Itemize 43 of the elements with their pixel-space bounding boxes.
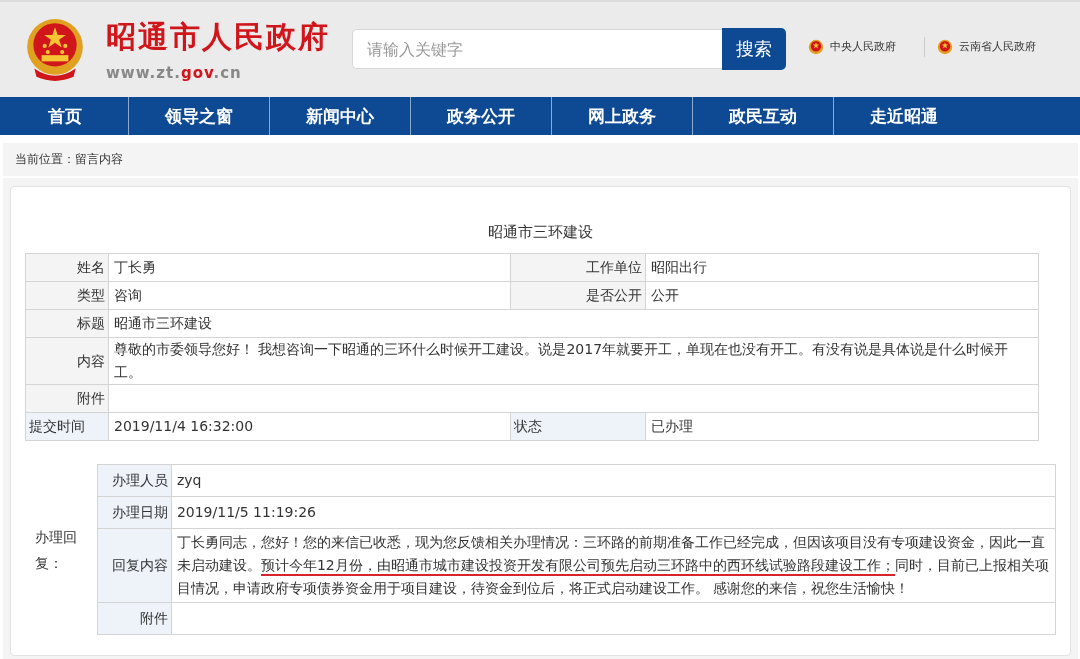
field-label: 办理人员 <box>97 464 172 497</box>
field-label: 姓名 <box>25 253 109 282</box>
field-value: zyq <box>171 464 1056 497</box>
field-label: 附件 <box>97 602 172 635</box>
field-label: 是否公开 <box>510 281 646 310</box>
field-label: 状态 <box>510 412 646 441</box>
field-label: 办理日期 <box>97 496 172 529</box>
field-label: 内容 <box>25 337 109 385</box>
nav-item[interactable]: 领导之窗 <box>128 97 269 135</box>
nav-item[interactable]: 首页 <box>0 97 128 135</box>
nav-item[interactable]: 走近昭通 <box>833 97 974 135</box>
field-value: 昭阳出行 <box>645 253 1039 282</box>
field-value: 尊敬的市委领导您好！ 我想咨询一下昭通的三环什么时候开工建设。说是2017年就要开工，单现在也没有开工。有没有说是具体说是什么时候开工。 <box>108 337 1039 385</box>
reply-label: 办理回复： <box>35 527 78 573</box>
field-value: 公开 <box>645 281 1039 310</box>
field-value: 2019/11/5 11:19:26 <box>171 496 1056 529</box>
search-field[interactable]: 请输入关键字 <box>352 29 722 69</box>
field-label: 类型 <box>25 281 109 310</box>
field-value: 2019/11/4 16:32:00 <box>108 412 511 441</box>
site-url: www.zt.gov.cn <box>106 64 243 82</box>
national-emblem-icon <box>24 16 86 83</box>
government-link[interactable]: 中央人民政府 <box>830 39 896 54</box>
nav-item[interactable]: 政务公开 <box>410 97 551 135</box>
nav-item[interactable]: 新闻中心 <box>269 97 410 135</box>
site-title: 昭通市人民政府 <box>106 18 331 56</box>
field-value: 丁长勇 <box>108 253 511 282</box>
field-value: 丁长勇同志，您好！您的来信已收悉，现为您反馈相关办理情况：三环路的前期准备工作已经完成，但因该项目没有专项建设资金，因此一直未启动建设。预计今年12月份，由昭通市城市建设投资开发有限公司预先启动三环路中的西环线试验路段建设工作；同时，目前已上报相关项目情况，申请政府专项债券资金用于项目建设，待资金到位后，将正式启动建设工作。 感谢您的来信，祝您生活愉快！ <box>171 528 1056 603</box>
field-label: 工作单位 <box>510 253 646 282</box>
field-label: 附件 <box>25 384 109 413</box>
search-button[interactable]: 搜索 <box>722 28 786 70</box>
field-label: 回复内容 <box>97 528 172 603</box>
field-value: 已办理 <box>645 412 1039 441</box>
field-value: 咨询 <box>108 281 511 310</box>
message-title: 昭通市三环建设 <box>487 222 594 243</box>
government-link[interactable]: 云南省人民政府 <box>959 39 1036 54</box>
field-value: 昭通市三环建设 <box>108 309 1039 338</box>
field-label: 提交时间 <box>25 412 109 441</box>
emblem-icon <box>808 38 824 55</box>
breadcrumb: 当前位置：留言内容 <box>15 151 123 168</box>
nav-item[interactable]: 网上政务 <box>551 97 692 135</box>
emblem-icon <box>937 38 953 55</box>
field-label: 标题 <box>25 309 109 338</box>
nav-item[interactable]: 政民互动 <box>692 97 833 135</box>
